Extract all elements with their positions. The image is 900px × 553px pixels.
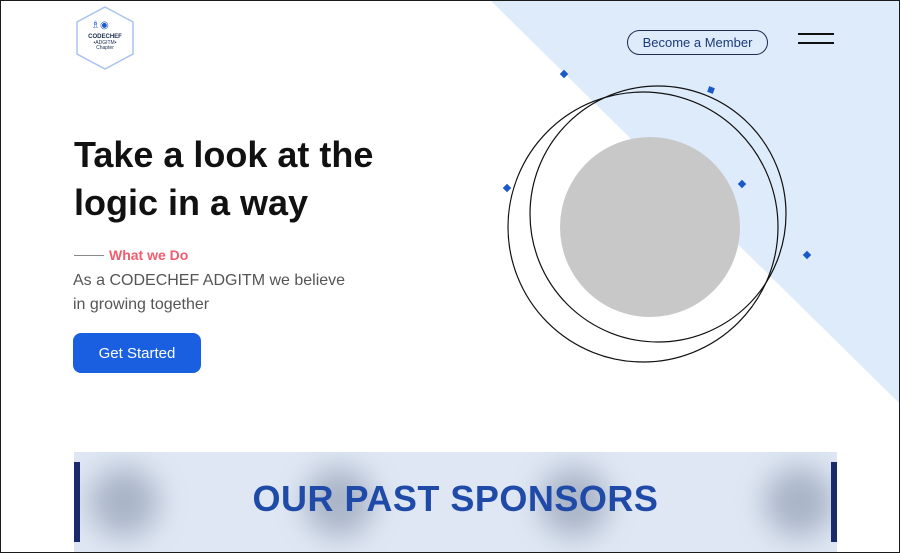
get-started-button[interactable]: Get Started xyxy=(73,333,201,373)
subhead-label: What we Do xyxy=(109,247,189,263)
hero-title-line1: Take a look at the xyxy=(74,134,374,175)
sponsors-title: OUR PAST SPONSORS xyxy=(252,478,659,519)
orbit-dot xyxy=(737,179,747,189)
hamburger-menu-icon[interactable] xyxy=(798,33,834,45)
subhead-line xyxy=(74,254,104,256)
what-we-do-subhead: What we Do xyxy=(74,246,188,264)
hero-title: Take a look at the logic in a way xyxy=(74,131,454,227)
orbit-dot xyxy=(802,250,812,260)
image-placeholder-circle xyxy=(560,137,740,317)
hero-title-line2: logic in a way xyxy=(74,182,309,223)
logo-text: CODECHEF •ADGITM• Chapter xyxy=(74,34,136,52)
become-member-button[interactable]: Become a Member xyxy=(627,30,768,55)
logo-chapter: Chapter xyxy=(96,45,114,51)
menu-bar-bottom xyxy=(798,42,834,44)
orbit-dot xyxy=(502,183,512,193)
menu-bar-top xyxy=(798,33,834,35)
orbit-dot xyxy=(707,86,715,94)
hero-desc-line2: in growing together xyxy=(73,296,210,313)
hero-description: As a CODECHEF ADGITM we believe in growi… xyxy=(73,269,373,317)
page: ♗◉ CODECHEF •ADGITM• Chapter Become a Me… xyxy=(0,0,900,553)
logo[interactable]: ♗◉ CODECHEF •ADGITM• Chapter xyxy=(74,5,136,71)
codechef-logo-icon: ♗◉ xyxy=(91,20,109,31)
sponsors-section: OUR PAST SPONSORS xyxy=(74,452,837,552)
orbit-dot xyxy=(559,69,569,79)
hero-desc-line1: As a CODECHEF ADGITM we believe xyxy=(73,272,346,289)
hero-illustration xyxy=(502,69,812,363)
